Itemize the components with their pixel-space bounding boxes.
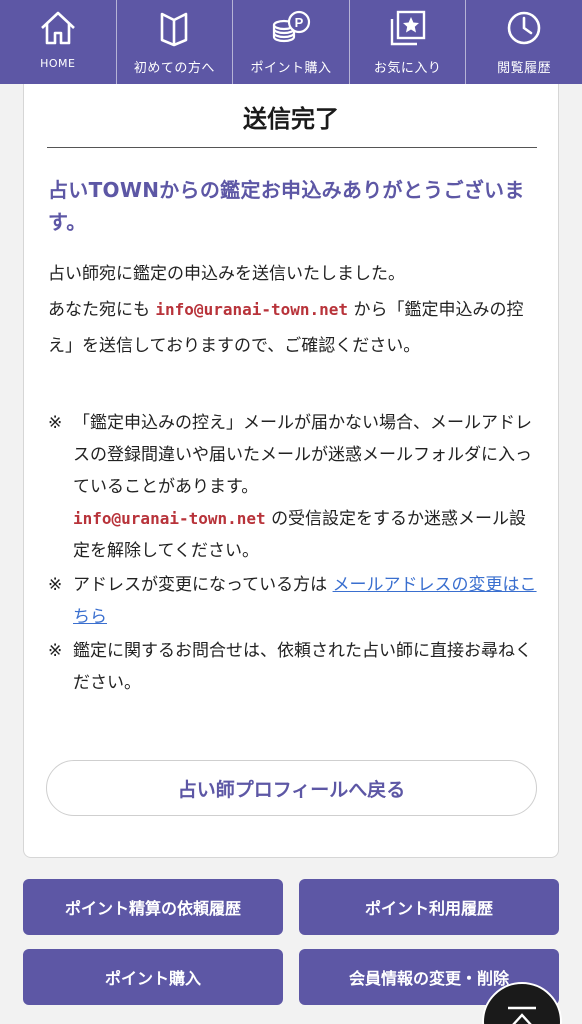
nav-beginners[interactable]: 初めての方へ: [117, 0, 234, 84]
notes-list: ※ 「鑑定申込みの控え」メールが届かない場合、メールアドレスの登録間違いや届いた…: [48, 407, 542, 701]
nav-history[interactable]: 閲覧履歴: [466, 0, 582, 84]
note-2-text: アドレスが変更になっている方は: [73, 575, 328, 595]
note-item: ※ 「鑑定申込みの控え」メールが届かない場合、メールアドレスの登録間違いや届いた…: [48, 407, 542, 567]
svg-text:P: P: [295, 15, 304, 30]
note-item: ※ アドレスが変更になっている方は メールアドレスの変更はこちら: [48, 569, 542, 633]
note-mark: ※: [48, 413, 63, 433]
nav-favorites[interactable]: お気に入り: [350, 0, 467, 84]
book-icon: [161, 12, 188, 47]
arrow-up-icon: [508, 1006, 536, 1024]
clock-icon: [507, 11, 541, 45]
confirmation-line-1: 占い師宛に鑑定の申込みを送信いたしました。: [48, 264, 405, 284]
confirmation-line-2-prefix: あなた宛にも: [48, 300, 150, 320]
sender-email: info@uranai-town.net: [155, 300, 349, 319]
note-1-text: 「鑑定申込みの控え」メールが届かない場合、メールアドレスの登録間違いや届いたメー…: [73, 413, 532, 497]
coins-icon: P: [272, 10, 311, 43]
star-icon: [390, 10, 425, 46]
completion-card: 送信完了 占いTOWNからの鑑定お申込みありがとうございます。 占い師宛に鑑定の…: [23, 84, 559, 858]
nav-label-beginners: 初めての方へ: [133, 61, 215, 76]
nav-label-history: 閲覧履歴: [497, 61, 552, 76]
back-to-profile-button[interactable]: 占い師プロフィールへ戻る: [46, 760, 537, 816]
nav-point-purchase[interactable]: P ポイント購入: [233, 0, 350, 84]
point-settlement-history-button[interactable]: ポイント精算の依頼履歴: [23, 879, 283, 935]
note-3-text: 鑑定に関するお問合せは、依頼された占い師に直接お尋ねください。: [73, 641, 532, 693]
title-divider: [47, 147, 537, 148]
confirmation-text: 占い師宛に鑑定の申込みを送信いたしました。 あなた宛にも info@uranai…: [48, 256, 540, 364]
nav-label-favorites: お気に入り: [373, 61, 442, 76]
note-mark: ※: [48, 575, 63, 595]
page-title: 送信完了: [243, 105, 339, 133]
note-mark: ※: [48, 641, 63, 661]
note-item: ※ 鑑定に関するお問合せは、依頼された占い師に直接お尋ねください。: [48, 635, 542, 699]
nav-label-point-purchase: ポイント購入: [250, 61, 332, 76]
thanks-message: 占いTOWNからの鑑定お申込みありがとうございます。: [48, 178, 525, 234]
top-nav: HOME 初めての方へ P ポイント購入 お気に入り 閲覧履歴: [0, 0, 582, 84]
note-1-email: info@uranai-town.net: [73, 509, 266, 528]
point-usage-history-button[interactable]: ポイント利用履歴: [299, 879, 559, 935]
point-purchase-button[interactable]: ポイント購入: [23, 949, 283, 1005]
home-icon: [40, 11, 75, 45]
nav-home[interactable]: HOME: [0, 0, 117, 84]
nav-label-home: HOME: [40, 57, 76, 70]
